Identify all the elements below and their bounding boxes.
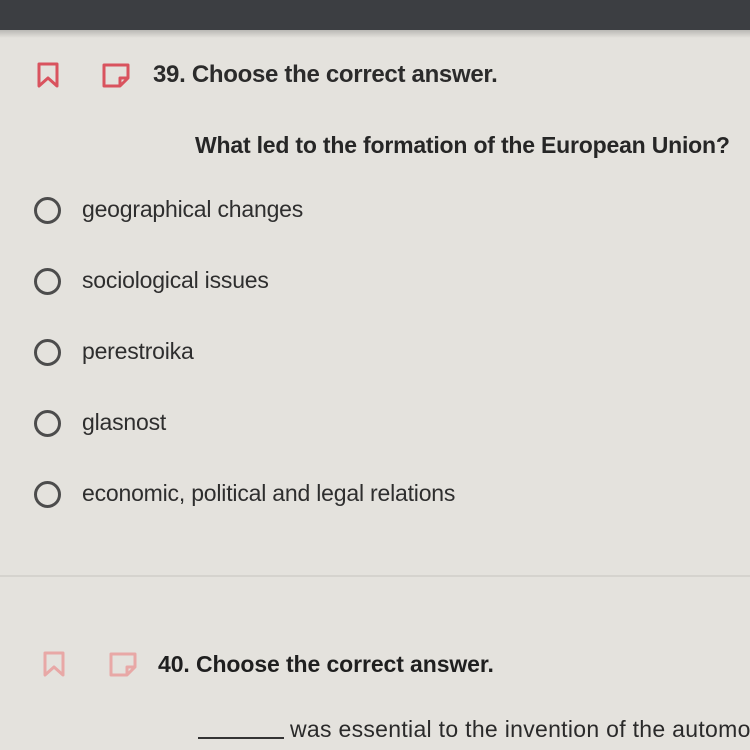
answer-option[interactable]: geographical changes	[30, 192, 710, 228]
question-39-header: 39. Choose the correct answer.	[0, 58, 750, 92]
question-title: 39. Choose the correct answer.	[153, 61, 498, 88]
radio-button[interactable]	[34, 197, 61, 224]
note-icon[interactable]	[108, 651, 138, 677]
option-label: sociological issues	[82, 267, 269, 293]
top-bar	[0, 0, 750, 30]
question-prompt: What led to the formation of the Europea…	[195, 132, 730, 158]
radio-button[interactable]	[34, 481, 61, 508]
bookmark-icon[interactable]	[36, 62, 60, 88]
answer-option[interactable]: sociological issues	[30, 263, 710, 299]
answer-option[interactable]: glasnost	[30, 405, 710, 441]
fill-in-blank	[198, 737, 284, 739]
bookmark-icon[interactable]	[42, 651, 66, 677]
radio-button[interactable]	[34, 339, 61, 366]
question-40-header: 40. Choose the correct answer.	[0, 647, 750, 681]
option-label: geographical changes	[82, 196, 304, 222]
option-label: perestroika	[82, 338, 194, 364]
note-icon[interactable]	[101, 62, 131, 88]
radio-button[interactable]	[34, 410, 61, 437]
question-divider	[0, 575, 750, 577]
answer-option[interactable]: economic, political and legal relations	[30, 476, 710, 512]
answer-option[interactable]: perestroika	[30, 334, 710, 370]
radio-button[interactable]	[34, 268, 61, 295]
question-title: 40. Choose the correct answer.	[158, 651, 494, 677]
option-label: economic, political and legal relations	[82, 480, 456, 506]
option-label: glasnost	[82, 409, 167, 435]
top-bar-shadow	[0, 30, 750, 38]
question-prompt: was essential to the invention of the au…	[290, 716, 750, 742]
